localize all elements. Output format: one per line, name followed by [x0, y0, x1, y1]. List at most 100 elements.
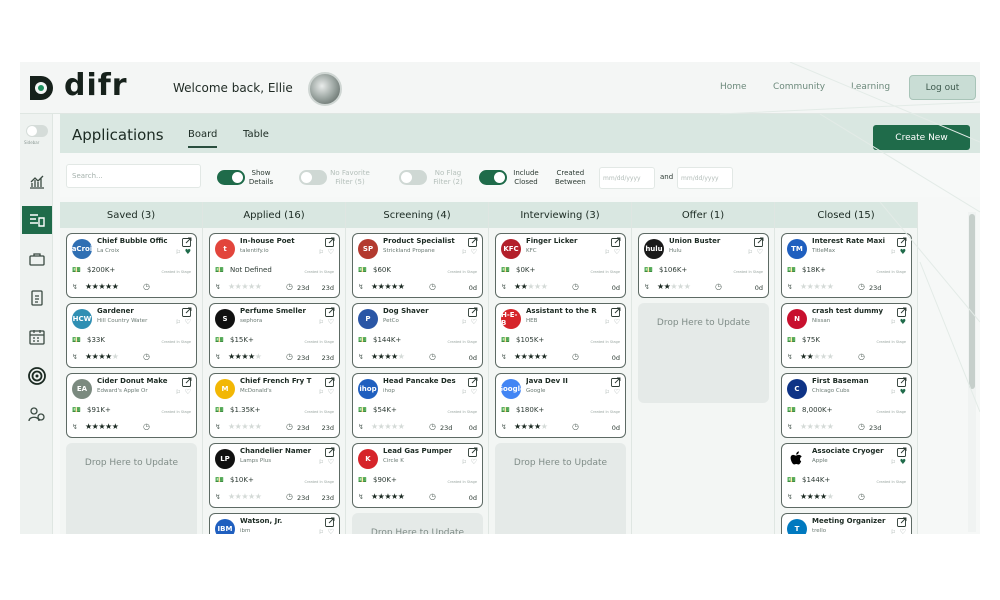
flag-icon[interactable]: ⚐ [319, 249, 324, 256]
nav-community-link[interactable]: Community [773, 82, 825, 92]
drop-zone[interactable]: Drop Here to Update [66, 443, 197, 534]
application-card[interactable]: Ncrash test dummy Nissan ⚐ ♥ 💵 $75K Created In… [781, 303, 912, 368]
chart-icon[interactable] [22, 168, 52, 196]
flag-icon[interactable]: ⚐ [319, 529, 324, 534]
rating-stars[interactable]: ★★★★★ [514, 422, 548, 431]
nav-learning-link[interactable]: Learning [851, 82, 890, 92]
flag-icon[interactable]: ⚐ [605, 319, 610, 326]
page-scrollbar[interactable] [968, 212, 976, 532]
open-external-icon[interactable] [468, 377, 478, 387]
document-icon[interactable] [22, 284, 52, 312]
application-card[interactable]: TM Interest Rate Maxi TitleMax ⚐ ♥ 💵 $18K+ Crea… [781, 233, 912, 298]
flag-icon[interactable]: ⚐ [462, 389, 467, 396]
application-card[interactable]: hulu Union Buster Hulu ⚐ ♡ 💵 $106K+ Created In … [638, 233, 769, 298]
flag-icon[interactable]: ⚐ [176, 389, 181, 396]
favorite-heart-icon[interactable]: ♥ [900, 248, 906, 256]
favorite-heart-icon[interactable]: ♡ [471, 248, 477, 256]
flag-icon[interactable]: ⚐ [891, 389, 896, 396]
rating-stars[interactable]: ★★★★★ [514, 352, 548, 361]
open-external-icon[interactable] [468, 307, 478, 317]
open-external-icon[interactable] [897, 237, 907, 247]
favorite-heart-icon[interactable]: ♥ [185, 248, 191, 256]
include-closed-toggle[interactable] [479, 170, 507, 185]
rating-stars[interactable]: ★★★★★ [514, 282, 548, 291]
favorite-heart-icon[interactable]: ♡ [328, 388, 334, 396]
logo-text[interactable]: difr [64, 68, 128, 103]
flag-icon[interactable]: ⚐ [891, 319, 896, 326]
drop-zone[interactable]: Drop Here to Update [638, 303, 769, 403]
tab-table[interactable]: Table [243, 129, 269, 140]
favorite-heart-icon[interactable]: ♡ [471, 318, 477, 326]
show-details-toggle[interactable] [217, 170, 245, 185]
favorite-heart-icon[interactable]: ♡ [757, 248, 763, 256]
people-icon[interactable] [22, 401, 52, 429]
application-card[interactable]: LaCroix Chief Bubble Offic La Croix ⚐ ♥ 💵 $200… [66, 233, 197, 298]
rating-stars[interactable]: ★★★★★ [800, 422, 834, 431]
drop-zone[interactable]: Drop Here to Update [495, 443, 626, 534]
flag-icon[interactable]: ⚐ [605, 389, 610, 396]
date-to-input[interactable]: mm/dd/yyyy [677, 167, 733, 189]
favorite-heart-icon[interactable]: ♡ [900, 528, 906, 534]
application-card[interactable]: t In-house Poet talentify.io ⚐ ♡ 💵 Not Defined… [209, 233, 340, 298]
application-card[interactable]: H-E-B Assistant to the R HEB ⚐ ♡ 💵 $105K+ Creat… [495, 303, 626, 368]
favorite-heart-icon[interactable]: ♥ [900, 458, 906, 466]
rating-stars[interactable]: ★★★★★ [85, 282, 119, 291]
favorite-heart-icon[interactable]: ♡ [185, 318, 191, 326]
search-input[interactable]: Search... [66, 164, 201, 188]
application-card[interactable]: P Dog Shaver PetCo ⚐ ♡ 💵 $144K+ Created In Stag… [352, 303, 483, 368]
open-external-icon[interactable] [325, 307, 335, 317]
favorite-heart-icon[interactable]: ♡ [328, 458, 334, 466]
favorite-heart-icon[interactable]: ♡ [471, 388, 477, 396]
flag-icon[interactable]: ⚐ [462, 459, 467, 466]
briefcase-icon[interactable] [22, 245, 52, 273]
application-card[interactable]: S Perfume Smeller sephora ⚐ ♡ 💵 $15K+ Created I… [209, 303, 340, 368]
favorite-filter-toggle[interactable] [299, 170, 327, 185]
open-external-icon[interactable] [325, 447, 335, 457]
favorite-heart-icon[interactable]: ♡ [328, 248, 334, 256]
rating-stars[interactable]: ★★★★★ [228, 352, 262, 361]
flag-icon[interactable]: ⚐ [176, 249, 181, 256]
open-external-icon[interactable] [897, 307, 907, 317]
open-external-icon[interactable] [754, 237, 764, 247]
flag-icon[interactable]: ⚐ [462, 319, 467, 326]
rating-stars[interactable]: ★★★★★ [85, 352, 119, 361]
nav-home-link[interactable]: Home [720, 82, 747, 92]
open-external-icon[interactable] [897, 517, 907, 527]
favorite-heart-icon[interactable]: ♡ [328, 528, 334, 534]
open-external-icon[interactable] [325, 377, 335, 387]
open-external-icon[interactable] [325, 517, 335, 527]
flag-icon[interactable]: ⚐ [319, 389, 324, 396]
application-card[interactable]: C First Baseman Chicago Cubs ⚐ ♥ 💵 8,000K+ Crea… [781, 373, 912, 438]
application-card[interactable]: K Lead Gas Pumper Circle K ⚐ ♡ 💵 $90K+ Created … [352, 443, 483, 508]
rating-stars[interactable]: ★★★★★ [371, 492, 405, 501]
open-external-icon[interactable] [182, 307, 192, 317]
application-card[interactable]: IBMWatson, Jr.ibm⚐♡💵Created In Stage↯★★★… [209, 513, 340, 534]
open-external-icon[interactable] [182, 377, 192, 387]
date-from-input[interactable]: mm/dd/yyyy [599, 167, 655, 189]
create-new-button[interactable]: Create New [873, 125, 970, 150]
flag-icon[interactable]: ⚐ [462, 249, 467, 256]
application-card[interactable]: SP Product Specialist Strickland Propane ⚐ ♡… [352, 233, 483, 298]
open-external-icon[interactable] [897, 377, 907, 387]
sidebar-toggle[interactable] [26, 125, 48, 137]
rating-stars[interactable]: ★★★★★ [228, 422, 262, 431]
open-external-icon[interactable] [468, 237, 478, 247]
rating-stars[interactable]: ★★★★★ [371, 422, 405, 431]
flag-filter-toggle[interactable] [399, 170, 427, 185]
flag-icon[interactable]: ⚐ [748, 249, 753, 256]
application-card[interactable]: M Chief French Fry T McDonald's ⚐ ♡ 💵 $1.35K+ C… [209, 373, 340, 438]
flag-icon[interactable]: ⚐ [891, 459, 896, 466]
flag-icon[interactable]: ⚐ [319, 459, 324, 466]
favorite-heart-icon[interactable]: ♡ [614, 248, 620, 256]
open-external-icon[interactable] [611, 377, 621, 387]
rating-stars[interactable]: ★★★★★ [657, 282, 691, 291]
rating-stars[interactable]: ★★★★★ [85, 422, 119, 431]
open-external-icon[interactable] [611, 237, 621, 247]
favorite-heart-icon[interactable]: ♥ [900, 318, 906, 326]
favorite-heart-icon[interactable]: ♥ [900, 388, 906, 396]
rating-stars[interactable]: ★★★★★ [800, 282, 834, 291]
applications-board-icon[interactable] [22, 206, 52, 234]
rating-stars[interactable]: ★★★★★ [371, 282, 405, 291]
application-card[interactable]: HCW Gardener Hill Country Water ⚐ ♡ 💵 $33K Crea… [66, 303, 197, 368]
rating-stars[interactable]: ★★★★★ [371, 352, 405, 361]
